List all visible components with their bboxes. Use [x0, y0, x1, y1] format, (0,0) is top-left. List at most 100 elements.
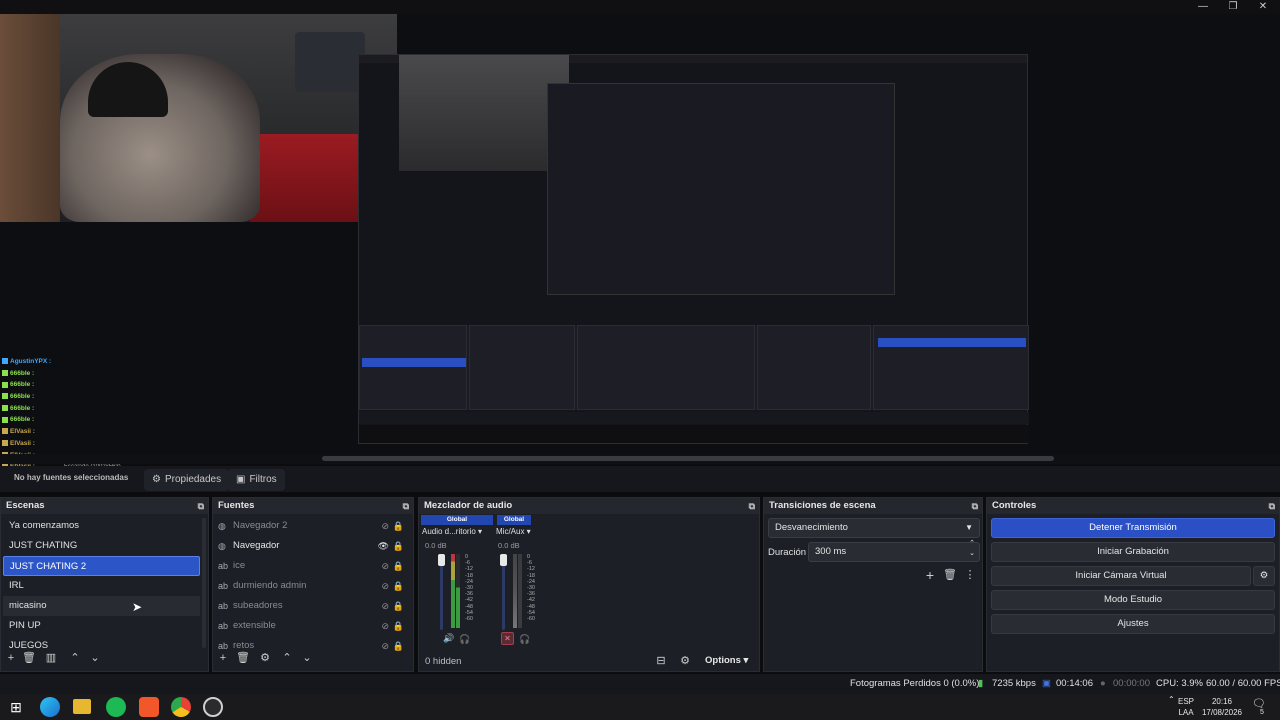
stop-streaming-button[interactable]: Detener Transmisión — [991, 518, 1275, 538]
nested-screen-capture — [358, 54, 1029, 444]
volume-slider-track[interactable] — [502, 556, 505, 630]
eye-hidden-icon[interactable]: ⊘ — [381, 576, 389, 596]
edge-icon[interactable] — [40, 697, 60, 717]
link-icon[interactable]: ⚙ — [677, 652, 693, 670]
scene-item[interactable]: micasino — [3, 596, 200, 616]
scene-item[interactable]: PIN UP — [3, 616, 200, 636]
muted-speaker-icon[interactable]: ✕ — [501, 632, 514, 645]
start-recording-button[interactable]: Iniciar Grabación — [991, 542, 1275, 562]
preview-scrollbar[interactable] — [0, 454, 1280, 464]
properties-button[interactable]: ⚙ Propiedades — [144, 469, 230, 491]
eye-hidden-icon[interactable]: ⊘ — [381, 516, 389, 536]
meter-scale: 0 -6 -12 -18 -24 -30 -36 -42 -48 -54 -60 — [465, 554, 473, 622]
minimize-button[interactable]: — — [1188, 0, 1218, 14]
stream-icon: ▣ — [1042, 678, 1051, 689]
duration-label: Duración — [768, 547, 807, 558]
scene-item[interactable]: Ya comenzamos — [3, 516, 200, 536]
undock-icon[interactable]: ⧉ — [198, 498, 204, 514]
move-down-icon[interactable]: ⌄ — [87, 649, 103, 667]
studio-mode-button[interactable]: Modo Estudio — [991, 590, 1275, 610]
lock-icon[interactable]: 🔒 — [393, 536, 404, 556]
headphones-icon[interactable]: 🎧 — [519, 634, 530, 645]
trash-icon[interactable]: 🗑 — [235, 649, 251, 667]
transition-select[interactable]: Desvanecimiento ▼ — [768, 518, 980, 538]
source-item[interactable]: ab subeadores ⊘ 🔒 — [215, 596, 413, 616]
add-scene-icon[interactable]: + — [3, 649, 19, 667]
add-source-icon[interactable]: + — [215, 649, 231, 667]
eye-hidden-icon[interactable]: ⊘ — [381, 596, 389, 616]
chat-line: 666ble : — [2, 403, 142, 415]
brave-icon[interactable] — [139, 697, 159, 717]
lock-icon[interactable]: 🔒 — [393, 576, 404, 596]
eye-hidden-icon[interactable]: ⊘ — [381, 616, 389, 636]
preview-canvas[interactable]: AgustinYPX : 666ble : 666ble : 666ble : 666b… — [0, 14, 1280, 470]
badge-icon — [2, 358, 8, 365]
gear-icon[interactable]: ⚙ — [257, 649, 273, 667]
virtual-camera-settings-button[interactable]: ⚙ — [1253, 566, 1275, 586]
spinner-icon[interactable]: ⌃ ⌄ — [969, 539, 975, 559]
channel-global-badge: Global — [497, 515, 531, 525]
move-up-icon[interactable]: ⌃ — [279, 649, 295, 667]
source-item[interactable]: ◍ Navegador 👁 🔒 — [215, 536, 413, 556]
notification-count: 5 — [1260, 709, 1264, 716]
undock-icon[interactable]: ⧉ — [749, 498, 755, 514]
settings-button[interactable]: Ajustes — [991, 614, 1275, 634]
scene-item[interactable]: IRL — [3, 576, 200, 596]
trash-icon[interactable]: 🗑 — [21, 649, 37, 667]
text-icon: ab — [218, 621, 229, 631]
os-taskbar: ⊞ ⌃ ESP LAA 20:16 17/08/2026 🗨 5 — [0, 694, 1280, 720]
language-indicator[interactable]: ESP LAA — [1178, 696, 1194, 718]
trash-icon[interactable]: 🗑 — [942, 566, 958, 584]
source-item[interactable]: ◍ Navegador 2 ⊘ 🔒 — [215, 516, 413, 536]
filters-button[interactable]: ▣ Filtros — [228, 469, 285, 491]
webcam-feed — [0, 14, 397, 222]
chevron-up-icon[interactable]: ⌃ — [1168, 694, 1175, 705]
scene-item[interactable]: JUST CHATING — [3, 536, 200, 556]
badge-icon — [2, 405, 8, 412]
close-button[interactable]: ✕ — [1248, 0, 1278, 14]
lock-icon[interactable]: 🔒 — [393, 596, 404, 616]
scenes-scrollbar[interactable] — [202, 518, 206, 648]
lock-icon[interactable]: 🔒 — [393, 616, 404, 636]
undock-icon[interactable]: ⧉ — [1269, 498, 1275, 514]
badge-icon — [2, 428, 8, 435]
eye-icon[interactable]: 👁 — [378, 536, 389, 556]
spotify-icon[interactable] — [106, 697, 126, 717]
volume-slider-track[interactable] — [440, 556, 443, 630]
speaker-icon[interactable]: 🔊 — [443, 633, 454, 644]
meter-tick-label: -60 — [527, 616, 535, 623]
undock-icon[interactable]: ⧉ — [403, 498, 409, 514]
layout-icon[interactable]: ⊟ — [653, 652, 669, 670]
move-up-icon[interactable]: ⌃ — [67, 649, 83, 667]
mixer-options-button[interactable]: Options ▾ — [705, 655, 748, 666]
more-options-icon[interactable]: ⋮ — [962, 566, 978, 584]
undock-icon[interactable]: ⧉ — [972, 498, 978, 514]
obs-icon[interactable] — [203, 697, 223, 717]
source-item[interactable]: ab ice ⊘ 🔒 — [215, 556, 413, 576]
notification-icon[interactable]: 🗨 5 — [1252, 699, 1266, 717]
scene-item[interactable]: JUST CHATING 2 — [3, 556, 200, 576]
source-item[interactable]: ab extensible ⊘ 🔒 — [215, 616, 413, 636]
scene-filters-icon[interactable]: ▥ — [43, 649, 59, 667]
source-item[interactable]: ab durmiendo admin ⊘ 🔒 — [215, 576, 413, 596]
scrollbar-thumb[interactable] — [322, 456, 1054, 461]
start-virtual-camera-button[interactable]: Iniciar Cámara Virtual — [991, 566, 1251, 586]
move-down-icon[interactable]: ⌄ — [299, 649, 315, 667]
lock-icon[interactable]: 🔒 — [393, 516, 404, 536]
chrome-icon[interactable] — [171, 697, 191, 717]
clock[interactable]: 20:16 17/08/2026 — [1198, 696, 1246, 718]
restore-button[interactable]: ❐ — [1218, 0, 1248, 14]
lock-icon[interactable]: 🔒 — [393, 556, 404, 576]
file-explorer-icon[interactable] — [73, 699, 91, 714]
volume-meter-right — [518, 554, 522, 628]
headphones-icon[interactable]: 🎧 — [459, 634, 470, 645]
windows-start-icon[interactable]: ⊞ — [6, 697, 26, 717]
channel-name[interactable]: Mic/Aux ▾ — [496, 527, 531, 536]
duration-input[interactable]: 300 ms ⌃ ⌄ — [808, 539, 980, 562]
channel-name[interactable]: Audio d...ritorio ▾ — [422, 527, 482, 536]
add-transition-icon[interactable]: + — [922, 566, 938, 584]
volume-slider-knob[interactable] — [438, 554, 445, 566]
eye-hidden-icon[interactable]: ⊘ — [381, 556, 389, 576]
volume-slider-knob[interactable] — [500, 554, 507, 566]
record-time: 00:00:00 — [1113, 678, 1150, 689]
